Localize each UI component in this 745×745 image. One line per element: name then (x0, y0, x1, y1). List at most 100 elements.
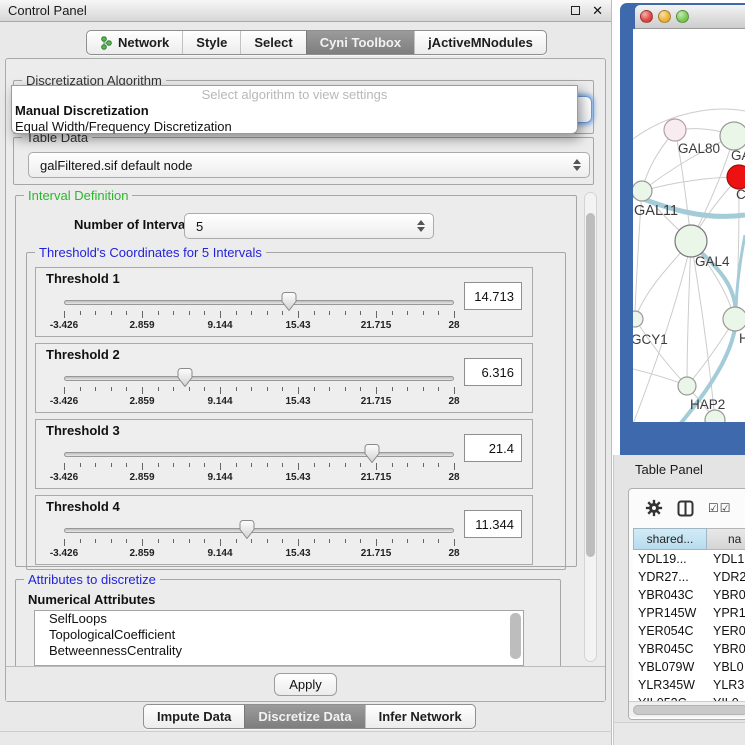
tab-jactivemnodules[interactable]: jActiveMNodules (414, 31, 546, 54)
table-row[interactable]: YBL079WYBL0 (633, 658, 745, 676)
num-intervals-combobox[interactable]: 5 (184, 213, 434, 239)
table-toolbar: ☑☑ (629, 489, 745, 527)
threshold-value-input[interactable] (464, 434, 522, 462)
network-node-label: HAP2 (690, 397, 725, 412)
attribute-item-topologicalcoefficient[interactable]: TopologicalCoefficient (35, 627, 523, 643)
column-header-shared[interactable]: shared... (633, 528, 707, 550)
dropdown-option-equal-width-frequency-discretization[interactable]: Equal Width/Frequency Discretization (12, 119, 577, 135)
mac-zoom-icon[interactable] (676, 10, 689, 23)
tick-mark (360, 463, 361, 467)
mac-close-icon[interactable] (640, 10, 653, 23)
network-node-label: GCY1 (633, 332, 668, 347)
threshold-label: Threshold 2 (46, 347, 120, 362)
close-icon[interactable]: ✕ (592, 6, 603, 15)
cell-shared-name[interactable]: YBR045C (633, 640, 707, 658)
table-rows: YDL19...YDL1YDR27...YDR2YBR043CYBR0YPR14… (633, 550, 745, 712)
tick-mark (189, 539, 190, 543)
threshold-value-input[interactable] (464, 282, 522, 310)
tab-cyni-toolbox[interactable]: Cyni Toolbox (306, 31, 414, 54)
table-row[interactable]: YER054CYER0 (633, 622, 745, 640)
slider-thumb[interactable] (177, 368, 193, 387)
settings-scrollbar[interactable] (584, 192, 597, 662)
slider-thumb[interactable] (239, 520, 255, 539)
threshold-slider[interactable]: -3.4262.8599.14415.4321.71528 (64, 442, 454, 486)
network-canvas[interactable]: GAL80GACGAL11GAL4GCY1HHAP2 (633, 29, 745, 422)
network-node[interactable] (678, 377, 696, 395)
slider-track[interactable] (64, 376, 454, 381)
cell-shared-name[interactable]: YDR27... (633, 568, 707, 586)
network-edge (687, 241, 691, 386)
cell-shared-name[interactable]: YER054C (633, 622, 707, 640)
table-hscrollbar[interactable] (629, 701, 745, 717)
column-header-name[interactable]: na (707, 528, 745, 550)
tick-label: 21.715 (361, 472, 392, 483)
tick-mark (345, 539, 346, 543)
table-row[interactable]: YBR045CYBR0 (633, 640, 745, 658)
slider-thumb[interactable] (364, 444, 380, 463)
cell-name[interactable]: YBR0 (707, 586, 745, 604)
slider-track[interactable] (64, 452, 454, 457)
dropdown-option-manual-discretization[interactable]: Manual Discretization (12, 103, 577, 119)
tick-mark (236, 539, 237, 543)
threshold-value-input[interactable] (464, 358, 522, 386)
network-window-titlebar (635, 5, 745, 29)
network-node[interactable] (633, 311, 643, 327)
network-node[interactable] (675, 225, 707, 257)
cell-name[interactable]: YBL0 (707, 658, 745, 676)
tick-mark (220, 539, 221, 546)
threshold-slider[interactable]: -3.4262.8599.14415.4321.71528 (64, 290, 454, 334)
cell-shared-name[interactable]: YLR345W (633, 676, 707, 694)
tab-style[interactable]: Style (182, 31, 240, 54)
table-row[interactable]: YDL19...YDL1 (633, 550, 745, 568)
table-data-combobox[interactable]: galFiltered.sif default node (28, 152, 590, 178)
slider-track[interactable] (64, 528, 454, 533)
tab-discretize-data[interactable]: Discretize Data (244, 705, 364, 728)
tab-infer-network[interactable]: Infer Network (365, 705, 475, 728)
tab-network[interactable]: Network (87, 31, 182, 54)
cell-shared-name[interactable]: YDL19... (633, 550, 707, 568)
cell-shared-name[interactable]: YBR043C (633, 586, 707, 604)
columns-icon[interactable] (677, 500, 694, 517)
network-node[interactable] (723, 307, 745, 331)
mac-minimize-icon[interactable] (658, 10, 671, 23)
cell-shared-name[interactable]: YPR145W (633, 604, 707, 622)
threshold-slider[interactable]: -3.4262.8599.14415.4321.71528 (64, 518, 454, 562)
network-node[interactable] (664, 119, 686, 141)
cell-shared-name[interactable]: YBL079W (633, 658, 707, 676)
threshold-slider[interactable]: -3.4262.8599.14415.4321.71528 (64, 366, 454, 410)
bottom-tabs: Impute DataDiscretize DataInfer Network (143, 704, 476, 729)
table-row[interactable]: YBR043CYBR0 (633, 586, 745, 604)
float-window-icon[interactable] (571, 6, 580, 15)
cell-name[interactable]: YLR3 (707, 676, 745, 694)
cell-name[interactable]: YBR0 (707, 640, 745, 658)
cell-name[interactable]: YDR2 (707, 568, 745, 586)
network-node[interactable] (633, 181, 652, 201)
network-node[interactable] (720, 122, 745, 150)
slider-thumb[interactable] (281, 292, 297, 311)
attribute-item-betweennesscentrality[interactable]: BetweennessCentrality (35, 643, 523, 659)
settings-scrollbar-thumb[interactable] (586, 213, 595, 557)
cell-name[interactable]: YPR1 (707, 604, 745, 622)
table-row[interactable]: YPR145WYPR1 (633, 604, 745, 622)
checkbox-icons[interactable]: ☑☑ (708, 501, 732, 515)
list-scrollbar-thumb[interactable] (510, 613, 521, 659)
apply-button[interactable]: Apply (274, 673, 337, 696)
cell-name[interactable]: YDL1 (707, 550, 745, 568)
table-row[interactable]: YLR345WYLR3 (633, 676, 745, 694)
table-row[interactable]: YDR27...YDR2 (633, 568, 745, 586)
threshold-value-input[interactable] (464, 510, 522, 538)
table-data-group: Table Data galFiltered.sif default node (13, 137, 594, 185)
tick-mark (454, 539, 455, 546)
tab-select[interactable]: Select (240, 31, 305, 54)
tab-impute-data[interactable]: Impute Data (144, 705, 244, 728)
gear-icon[interactable] (645, 499, 663, 517)
tab-label: Network (118, 31, 169, 54)
network-node[interactable] (727, 165, 745, 189)
attribute-item-selfloops[interactable]: SelfLoops (35, 611, 523, 627)
slider-track[interactable] (64, 300, 454, 305)
tick-mark (80, 463, 81, 467)
cell-name[interactable]: YER0 (707, 622, 745, 640)
table-hscrollbar-thumb[interactable] (633, 705, 745, 715)
tick-label: 9.144 (207, 548, 232, 559)
tick-mark (282, 539, 283, 543)
